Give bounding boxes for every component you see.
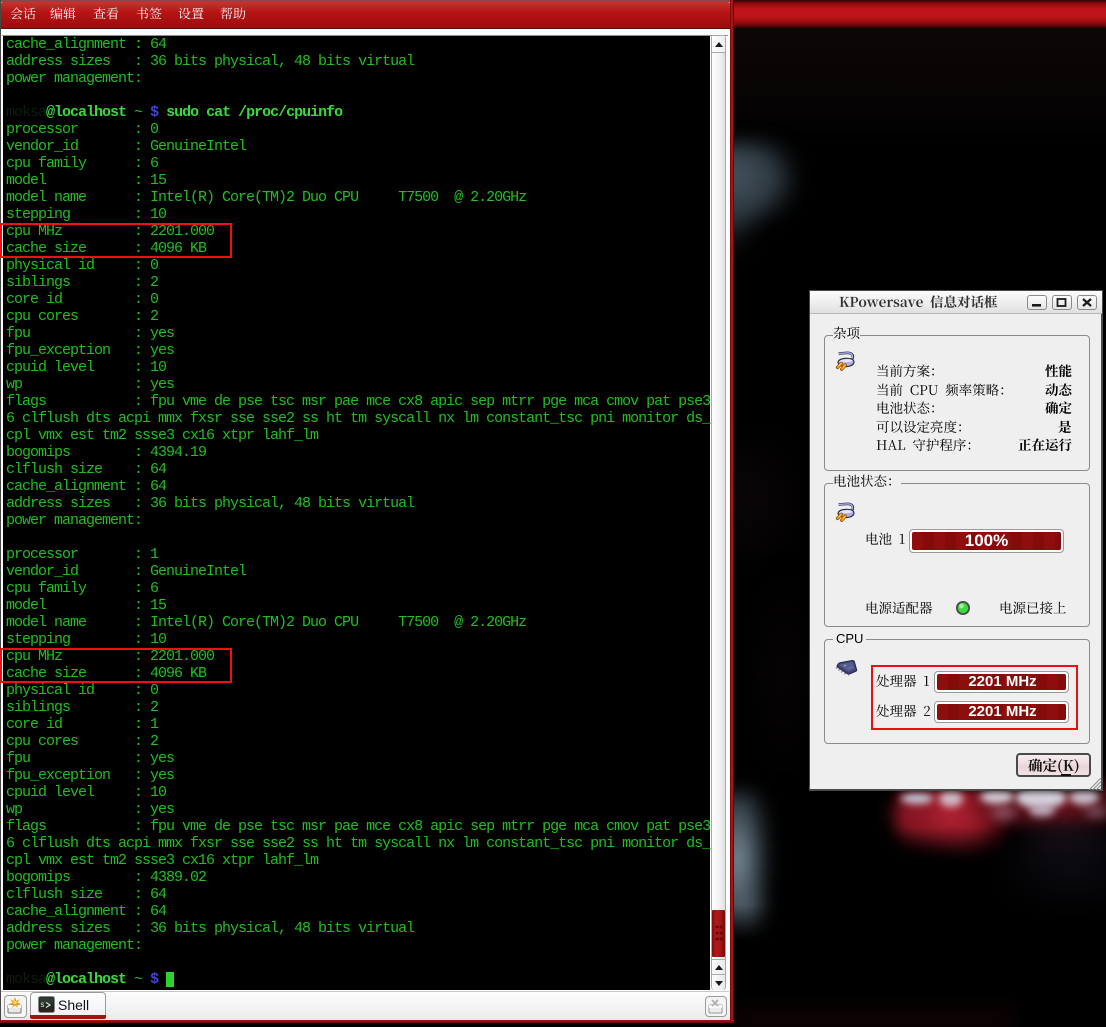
svg-text:s: s xyxy=(40,1001,45,1010)
